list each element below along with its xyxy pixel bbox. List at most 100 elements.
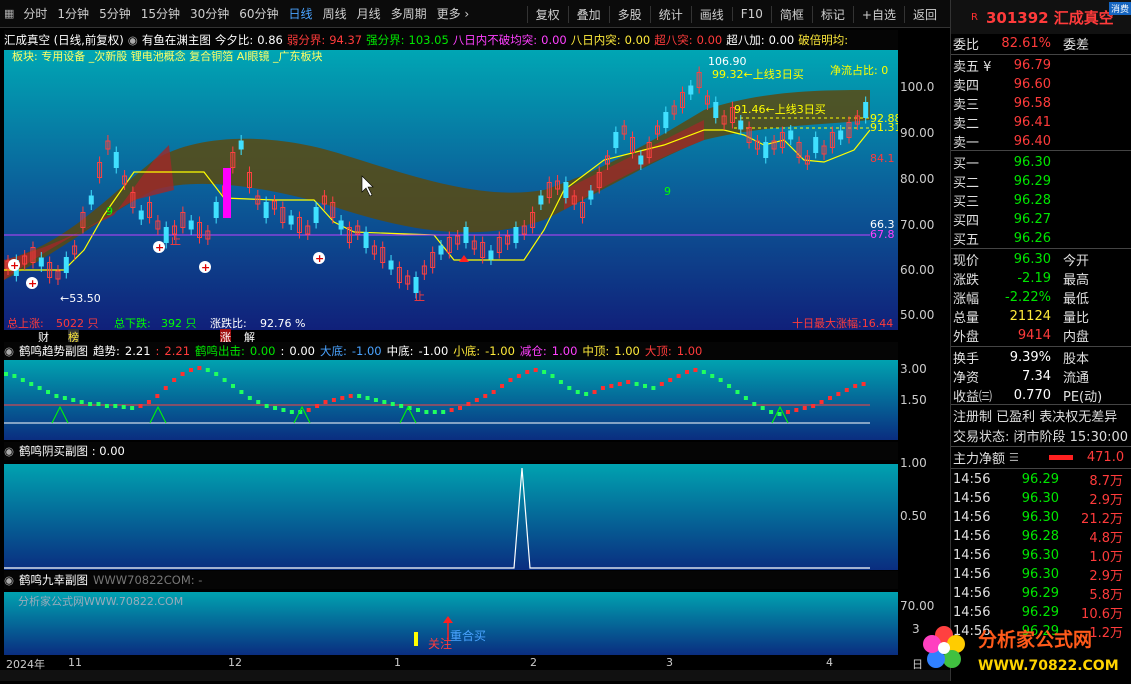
trend-dot [96,402,101,406]
p1-val-4: 0.00 [289,344,315,358]
p1-label-trend: 趋势: [93,344,120,358]
tick-volume: 5.8万 [1089,588,1123,603]
trend-dot [710,374,715,378]
yinmai-subchart[interactable] [4,464,898,570]
bottom-tab-strip[interactable] [0,670,950,681]
trade-status: 交易状态: 闭市阶段 15:30:00 [953,430,1129,445]
candle [513,227,519,243]
button-huaxian[interactable]: 画线 [690,5,732,23]
trend-dot [247,396,252,400]
chaobatu-label: 超八突: [654,33,693,47]
trend-dot [113,404,118,408]
button-add-watchlist[interactable]: +自选 [852,5,904,23]
nine-mark-1: 9 [106,205,113,218]
stat-label: 外盘 [953,330,980,345]
p1-label-dadi: 大底: [319,344,347,358]
trend-dot [819,400,824,404]
stock-title: 301392 汇成真空 [985,8,1114,27]
ask-price[interactable]: 96.41 [995,115,1055,130]
jiuxing-subchart[interactable]: 分析家公式网WWW.70822.COM 关注 重合买 [4,592,898,655]
candle [838,130,844,140]
bid-price[interactable]: 96.29 [995,174,1055,189]
trend-dot [289,410,294,414]
trend-dot [634,382,639,386]
trend-dot [676,374,681,378]
trend-subchart[interactable] [4,360,898,440]
tab-5min[interactable]: 5分钟 [94,5,136,22]
tab-daily[interactable]: 日线 [284,5,318,22]
p1-val-attack: 0.00 [249,344,276,358]
ask-price[interactable]: 96.79 [995,58,1055,73]
tab-weekly[interactable]: 周线 [318,5,352,22]
trend-dot [651,386,656,390]
candle [713,102,719,118]
tab-60min[interactable]: 60分钟 [234,5,283,22]
trend-dot [79,400,84,404]
trend-dot [642,384,647,388]
bid-label: 买四 [953,214,980,229]
ask-price[interactable]: 96.40 [995,134,1055,149]
button-duogu[interactable]: 多股 [608,5,650,23]
reg-line: 注册制 已盈利 表决权无差异 [953,410,1118,425]
list-icon[interactable]: ☰ [1009,451,1019,464]
panel3-title[interactable]: 鹤鸣九幸副图 [19,572,88,588]
trend-dot [558,380,563,384]
candle [638,155,644,165]
stat-row: 总量 21124 量比 [951,307,1131,326]
main-kline-chart[interactable]: 板块: 专用设备 _次新股 锂电池概念 复合铜箔 AI眼镜 _广东板块 106.… [4,49,902,330]
tab-fenshi[interactable]: 分时 [18,5,52,22]
panel1-title[interactable]: 鹤鸣趋势副图 [19,343,88,359]
collapse-icon[interactable]: ◉ [128,33,138,47]
tick-volume: 8.7万 [1089,474,1123,489]
tab-15min[interactable]: 15分钟 [136,5,185,22]
panel-collapse-icon[interactable]: ◉ [4,573,14,587]
panel3-watermark: WWW70822COM: - [93,573,203,587]
bid-price[interactable]: 96.28 [995,193,1055,208]
svg-text:+: + [155,241,164,254]
trend-dot [390,402,395,406]
ask-price[interactable]: 96.58 [995,96,1055,111]
panel2-title[interactable]: 鹤鸣阴买副图 : 0.00 [19,443,125,459]
button-back[interactable]: 返回 [903,5,945,23]
button-tongji[interactable]: 统计 [649,5,691,23]
tab-30min[interactable]: 30分钟 [185,5,234,22]
button-jiankuang[interactable]: 简框 [770,5,812,23]
corner-tag[interactable]: 消费 [1108,2,1131,15]
panel-collapse-icon[interactable]: ◉ [4,344,14,358]
kline-svg[interactable]: 板块: 专用设备 _次新股 锂电池概念 复合铜箔 AI眼镜 _广东板块 106.… [4,49,902,330]
button-f10[interactable]: F10 [731,7,771,21]
trend-dot [130,406,135,410]
toolbar-right: 复权 叠加 多股 统计 画线 F10 简框 标记 +自选 返回 [526,0,945,28]
trend-dot [104,404,109,408]
button-diejia[interactable]: 叠加 [567,5,609,23]
tab-1min[interactable]: 1分钟 [52,5,94,22]
panel3-watermark-2: 分析家公式网WWW.70822.COM [18,594,183,608]
indicator-name[interactable]: 有鱼在渊主图 [142,32,211,48]
ask-price[interactable]: 96.60 [995,77,1055,92]
ask-label: 卖三 [953,98,980,113]
bid-price[interactable]: 96.27 [995,212,1055,227]
panel-collapse-icon[interactable]: ◉ [4,444,14,458]
button-fuquan[interactable]: 复权 [526,5,568,23]
trend-dot [155,394,160,398]
stat-value: 9414 [1017,328,1051,343]
yaxis-80: 80.00 [900,172,935,186]
logo-name: 分析家公式网 [978,628,1092,651]
main-flow-label: 主力净额 [953,452,1006,467]
p1-label-jiancang: 减仓: [519,344,547,358]
trend-dot [701,370,706,374]
trend-dot [264,404,269,408]
chaobajia-label: 超八加: [726,33,765,47]
tick-price: 96.30 [1021,491,1059,506]
trend-dot [592,390,597,394]
trend-dot [584,392,589,396]
trend-dot [760,406,765,410]
bid-price[interactable]: 96.26 [995,231,1055,246]
button-biaoji[interactable]: 标记 [811,5,853,23]
tab-more[interactable]: 更多 › [432,5,475,22]
tab-monthly[interactable]: 月线 [352,5,386,22]
bid-price[interactable]: 96.30 [995,155,1055,170]
grid-icon[interactable]: ▦ [0,7,18,20]
trend-dot [239,390,244,394]
tab-multi-period[interactable]: 多周期 [386,5,432,22]
